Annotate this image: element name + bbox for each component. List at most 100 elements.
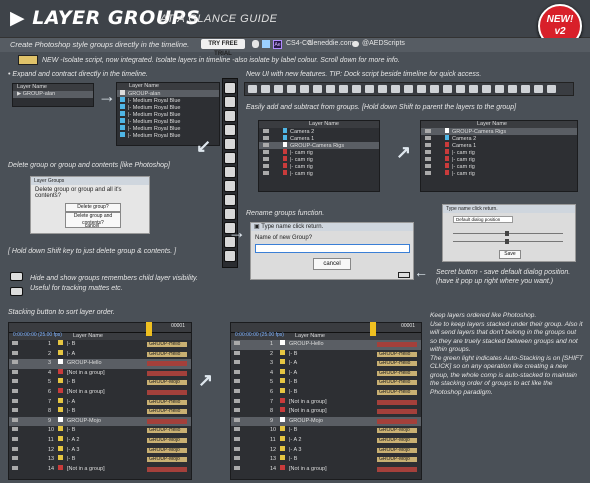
camera-row[interactable]: Camera 2 <box>421 135 577 142</box>
delete-group-button[interactable]: Delete group? <box>65 203 121 212</box>
eye-icon[interactable] <box>263 164 269 168</box>
toolbar-button-icon[interactable] <box>508 85 517 93</box>
delete-group-icon[interactable] <box>224 180 236 192</box>
stack-row[interactable]: 4 [Not in a group] <box>9 368 191 379</box>
eye-icon[interactable] <box>234 417 240 422</box>
eye-icon[interactable] <box>263 129 269 133</box>
eye-icon[interactable] <box>234 388 240 393</box>
slider-thumb-1[interactable] <box>505 231 509 236</box>
eye-icon[interactable] <box>234 427 240 432</box>
camera-row[interactable]: |- cam rig <box>421 156 577 163</box>
stack-row[interactable]: 2 |- B GROUP-Hello <box>231 349 421 360</box>
toolbar-button-icon[interactable] <box>521 85 530 93</box>
eye-icon[interactable] <box>234 341 240 345</box>
stack-icon[interactable] <box>224 82 236 94</box>
eye-icon[interactable] <box>425 164 431 168</box>
eye-icon[interactable] <box>12 456 18 461</box>
stack-row[interactable]: 10 |- B GROUP-Mojo <box>231 426 421 436</box>
toolbar-button-icon[interactable] <box>417 85 426 93</box>
camera-row[interactable]: |- cam rig <box>421 163 577 170</box>
stack-row[interactable]: 7 |- A GROUP-Hello <box>9 397 191 408</box>
eye-icon[interactable] <box>224 138 236 150</box>
info-icon[interactable] <box>224 250 236 262</box>
stack-row[interactable]: 14 [Not in a group] <box>9 464 191 475</box>
eye-icon[interactable] <box>12 350 18 355</box>
expanded-row[interactable]: GROUP-alan <box>117 90 219 97</box>
eye-icon[interactable] <box>425 157 431 161</box>
camera-row[interactable]: Camera 1 <box>421 142 577 149</box>
eye-icon[interactable] <box>12 446 18 451</box>
toolbar-button-icon[interactable] <box>534 85 543 93</box>
stack-row[interactable]: 1 |- B GROUP-Hello <box>9 340 191 350</box>
stack-row[interactable]: 12 |- A 3 GROUP-Mojo <box>231 445 421 456</box>
eye-icon[interactable] <box>263 136 269 140</box>
eye-icon[interactable] <box>234 350 240 355</box>
toolbar-button-icon[interactable] <box>456 85 465 93</box>
eye-icon[interactable] <box>263 157 269 161</box>
eye-icon[interactable] <box>234 436 240 441</box>
eye-icon[interactable] <box>425 150 431 154</box>
camera-row[interactable]: |- cam rig <box>421 149 577 156</box>
stack-row[interactable]: 5 |- B GROUP-Mojo <box>9 378 191 388</box>
stack-row[interactable]: 5 |- B GROUP-Hello <box>231 378 421 388</box>
eye-icon[interactable] <box>234 398 240 403</box>
add-to-group-icon[interactable] <box>224 152 236 164</box>
group-name-input[interactable] <box>255 244 410 253</box>
camera-row[interactable]: |- cam rig <box>259 149 379 156</box>
toolbar-button-icon[interactable] <box>248 85 257 93</box>
try-free-trial-button[interactable]: TRY FREE TRIAL <box>201 39 245 57</box>
expanded-row[interactable]: |- Medium Royal Blue <box>117 111 219 118</box>
eye-icon[interactable] <box>12 408 18 413</box>
stack-row[interactable]: 1 GROUP-Hello <box>231 340 421 350</box>
camera-row[interactable]: GROUP-Camera Rigs <box>421 128 577 135</box>
eye-icon[interactable] <box>12 379 18 384</box>
eye-icon[interactable] <box>12 417 18 422</box>
eye-icon[interactable] <box>12 436 18 441</box>
remove-from-group-icon[interactable] <box>224 166 236 178</box>
stack-row[interactable]: 9 GROUP-Mojo <box>231 416 421 427</box>
eye-icon[interactable] <box>12 341 18 345</box>
stack-row[interactable]: 2 |- A GROUP-Hello <box>9 349 191 360</box>
stack-row[interactable]: 3 GROUP-Hello <box>9 359 191 369</box>
camera-row[interactable]: Camera 2 <box>259 128 379 135</box>
camera-row[interactable]: |- cam rig <box>259 170 379 177</box>
save-position-button[interactable]: Save <box>499 250 521 259</box>
default-position-field[interactable]: Default dialog position <box>453 216 513 223</box>
toolbar-button-icon[interactable] <box>404 85 413 93</box>
collapse-icon[interactable] <box>224 96 236 108</box>
toolbar-button-icon[interactable] <box>495 85 504 93</box>
toolbar-button-icon[interactable] <box>391 85 400 93</box>
camera-row[interactable]: GROUP-Camera Rigs <box>259 142 379 149</box>
stack-row[interactable]: 8 |- B GROUP-Hello <box>9 407 191 417</box>
eye-icon[interactable] <box>234 465 240 470</box>
camera-row[interactable]: |- cam rig <box>421 170 577 177</box>
secret-button[interactable] <box>398 272 410 278</box>
stack-row[interactable]: 6 |- B GROUP-Hello <box>231 387 421 398</box>
stack-row[interactable]: 11 |- A 2 GROUP-Mojo <box>231 435 421 446</box>
eye-icon[interactable] <box>234 379 240 384</box>
toolbar-button-icon[interactable] <box>443 85 452 93</box>
eye-icon[interactable] <box>234 360 240 365</box>
stack-row[interactable]: 11 |- A 2 GROUP-Mojo <box>9 435 191 446</box>
stack-row[interactable]: 13 |- B GROUP-Mojo <box>9 455 191 465</box>
stack-row[interactable]: 7 [Not in a group] <box>231 397 421 408</box>
toolbar-button-icon[interactable] <box>261 85 270 93</box>
twitter-handle[interactable]: @AEDScripts <box>362 40 405 47</box>
toolbar-button-icon[interactable] <box>339 85 348 93</box>
eye-icon[interactable] <box>234 446 240 451</box>
expanded-row[interactable]: |- Medium Royal Blue <box>117 97 219 104</box>
slider-thumb-2[interactable] <box>505 239 509 244</box>
eye-icon[interactable] <box>12 388 18 393</box>
eye-icon[interactable] <box>234 369 240 374</box>
stack-row[interactable]: 4 |- A GROUP-Hello <box>231 368 421 379</box>
toolbar-button-icon[interactable] <box>469 85 478 93</box>
toolbar-button-icon[interactable] <box>287 85 296 93</box>
eye-icon[interactable] <box>12 427 18 432</box>
toolbar-button-icon[interactable] <box>326 85 335 93</box>
toolbar-button-icon[interactable] <box>274 85 283 93</box>
eye-icon[interactable] <box>425 171 431 175</box>
toolbar-button-icon[interactable] <box>378 85 387 93</box>
eye-icon[interactable] <box>263 171 269 175</box>
expanded-row[interactable]: |- Medium Royal Blue <box>117 125 219 132</box>
new-group-icon[interactable] <box>224 124 236 136</box>
